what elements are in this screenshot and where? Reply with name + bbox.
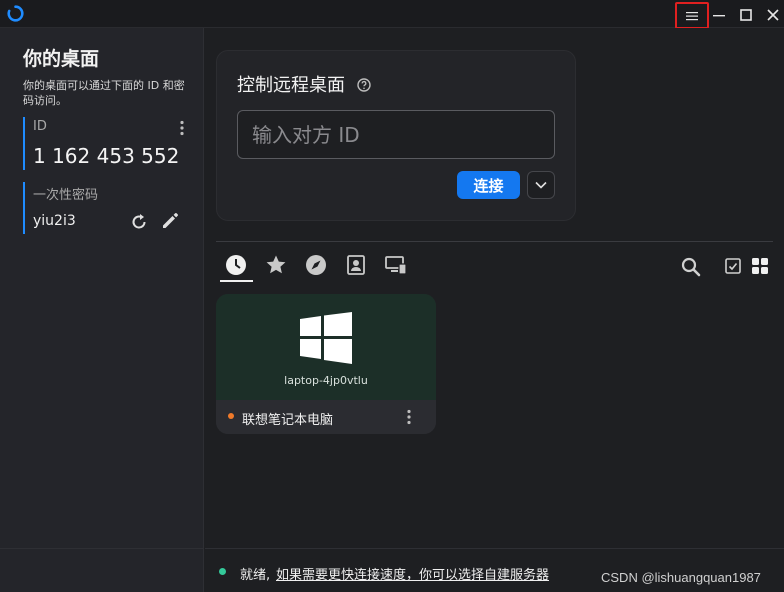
control-remote-title: 控制远程桌面 — [237, 75, 345, 96]
main-panel: 控制远程桌面 连接 — [205, 28, 784, 592]
peer-hostname: laptop-4jp0vtlu — [284, 374, 368, 387]
id-block: ID 1 162 453 552 — [23, 117, 188, 170]
more-vertical-icon[interactable] — [179, 120, 185, 136]
self-hosted-server-link[interactable]: 如果需要更快连接速度，你可以选择自建服务器 — [276, 564, 549, 583]
section-divider — [216, 241, 773, 242]
your-desktop-description: 你的桌面可以通过下面的 ID 和密码访问。 — [23, 79, 185, 107]
peer-footer: 联想笔记本电脑 — [216, 400, 436, 434]
one-time-password-label: 一次性密码 — [33, 188, 99, 203]
minimize-button[interactable] — [705, 3, 733, 27]
rustdesk-logo-icon — [7, 5, 24, 22]
tab-recent-sessions[interactable] — [224, 253, 248, 277]
status-dot — [219, 568, 226, 575]
connect-options-button[interactable] — [527, 171, 555, 199]
main-menu-button[interactable] — [675, 2, 709, 29]
left-divider — [0, 548, 204, 549]
select-mode-icon[interactable] — [724, 257, 742, 275]
title-bar — [0, 0, 784, 29]
peer-alias: 联想笔记本电脑 — [242, 413, 334, 428]
tab-group[interactable] — [384, 253, 408, 277]
search-icon[interactable] — [680, 256, 702, 278]
connect-button[interactable]: 连接 — [457, 171, 520, 199]
hamburger-menu-icon — [686, 11, 698, 20]
active-tab-indicator — [220, 280, 253, 282]
close-icon — [767, 9, 779, 21]
minimize-icon — [713, 15, 725, 17]
password-block: 一次性密码 yiu2i3 — [23, 182, 188, 234]
id-label: ID — [33, 119, 47, 134]
contacts-icon — [347, 255, 365, 275]
tab-address-book[interactable] — [344, 253, 368, 277]
peer-status-dot — [228, 413, 234, 419]
chevron-down-icon — [535, 181, 547, 189]
your-desktop-panel: 你的桌面 你的桌面可以通过下面的 ID 和密码访问。 ID 1 162 453 … — [0, 28, 204, 592]
status-text: 就绪, — [240, 568, 271, 583]
clock-icon — [226, 255, 246, 275]
one-time-password-value[interactable]: yiu2i3 — [33, 213, 76, 229]
your-desktop-title: 你的桌面 — [23, 48, 100, 70]
control-remote-card: 控制远程桌面 连接 — [216, 50, 576, 221]
windows-icon — [300, 312, 352, 364]
tab-discovered[interactable] — [304, 253, 328, 277]
peer-card[interactable]: laptop-4jp0vtlu 联想笔记本电脑 — [216, 294, 436, 434]
watermark: CSDN @lishuangquan1987 — [601, 570, 761, 585]
devices-icon — [385, 256, 407, 275]
id-value[interactable]: 1 162 453 552 — [33, 144, 179, 168]
maximize-button[interactable] — [732, 3, 760, 27]
status-bar: 就绪, 如果需要更快连接速度，你可以选择自建服务器 CSDN @lishuang… — [205, 548, 784, 592]
refresh-icon[interactable] — [129, 212, 149, 232]
peer-thumbnail[interactable]: laptop-4jp0vtlu — [216, 294, 436, 400]
grid-view-icon[interactable] — [751, 257, 769, 275]
help-icon[interactable] — [357, 78, 371, 92]
remote-id-input[interactable] — [237, 110, 555, 159]
more-vertical-icon[interactable] — [406, 409, 412, 425]
compass-icon — [306, 255, 326, 275]
tab-favorites[interactable] — [264, 253, 288, 277]
pencil-edit-icon[interactable] — [159, 210, 181, 232]
maximize-icon — [740, 9, 752, 21]
close-button[interactable] — [759, 3, 784, 27]
star-icon — [266, 255, 286, 274]
